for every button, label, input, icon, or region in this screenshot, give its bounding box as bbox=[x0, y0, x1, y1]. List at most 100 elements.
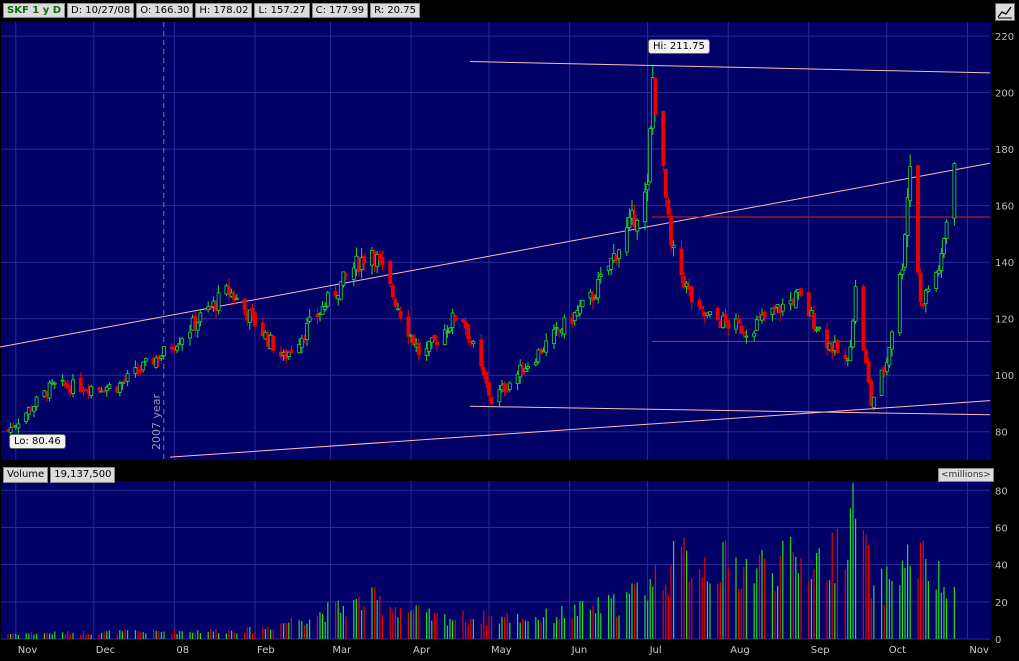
candle-body bbox=[341, 271, 346, 286]
x-tick-label: Oct bbox=[889, 645, 906, 656]
candle-body bbox=[390, 285, 395, 298]
candle-body bbox=[900, 269, 905, 275]
candle-body bbox=[461, 319, 465, 323]
high-callout: Hi: 211.75 bbox=[648, 39, 710, 54]
price-tick-label: 100 bbox=[995, 371, 1014, 382]
candle-body bbox=[890, 331, 894, 350]
candle-body bbox=[89, 386, 94, 396]
candle-body bbox=[661, 110, 666, 167]
candle-body bbox=[305, 323, 309, 341]
candle-body bbox=[188, 331, 192, 339]
candle-body bbox=[663, 168, 668, 198]
candle-body bbox=[47, 382, 52, 399]
candle-body bbox=[653, 77, 658, 115]
candle-body bbox=[942, 238, 946, 255]
candle-body bbox=[580, 299, 585, 308]
candle-body bbox=[52, 382, 57, 385]
candle-body bbox=[752, 332, 757, 337]
candle-body bbox=[726, 319, 731, 329]
candle-body bbox=[793, 291, 798, 309]
candle-body bbox=[812, 313, 816, 329]
x-axis-ticks: Nov Dec 08 Feb Mar Apr May Jun Jul Aug Sep Oct Nov bbox=[18, 645, 989, 656]
candle-body bbox=[754, 319, 759, 331]
x-tick-label: Jun bbox=[571, 645, 588, 656]
volume-units-label: <millions> bbox=[938, 468, 994, 482]
x-tick-label: Feb bbox=[257, 645, 275, 656]
candle-body bbox=[65, 384, 70, 389]
price-tick-label: 160 bbox=[995, 202, 1014, 213]
candle-body bbox=[448, 327, 452, 332]
volume-tick-label: 80 bbox=[995, 486, 1008, 497]
candle-body bbox=[864, 350, 868, 364]
candle-body bbox=[666, 200, 671, 215]
volume-tick-label: 0 bbox=[995, 635, 1001, 646]
candle-body bbox=[32, 406, 36, 412]
candle-body bbox=[380, 256, 385, 266]
candle-body bbox=[544, 340, 549, 353]
candle-body bbox=[175, 346, 179, 351]
candle-body bbox=[507, 382, 512, 390]
date-field: D: 10/27/08 bbox=[67, 3, 135, 18]
candle-body bbox=[697, 299, 702, 307]
ticker-label[interactable]: SKF 1 y D bbox=[3, 3, 66, 18]
candle-body bbox=[445, 331, 450, 334]
candle-body bbox=[484, 372, 489, 384]
candle-body bbox=[835, 339, 840, 354]
volume-y-ticks: 80 60 40 20 0 bbox=[995, 486, 1008, 646]
x-tick-label: Dec bbox=[96, 645, 115, 656]
candle-body bbox=[799, 288, 803, 296]
candle-body bbox=[227, 286, 231, 294]
candle-body bbox=[362, 255, 367, 264]
candle-body bbox=[598, 274, 603, 277]
candle-body bbox=[325, 292, 330, 307]
candle-body bbox=[159, 355, 164, 359]
candle-body bbox=[669, 215, 673, 245]
candle-body bbox=[107, 384, 112, 389]
candle-body bbox=[744, 335, 749, 338]
candle-body bbox=[411, 334, 416, 346]
candle-body bbox=[648, 128, 653, 183]
candle-body bbox=[180, 338, 185, 346]
candle-body bbox=[471, 340, 476, 345]
candle-body bbox=[388, 260, 393, 284]
candle-body bbox=[843, 354, 848, 360]
price-tick-label: 140 bbox=[995, 258, 1014, 269]
chart-type-icon[interactable] bbox=[995, 3, 1015, 21]
candle-body bbox=[117, 382, 122, 393]
candle-body bbox=[323, 306, 328, 310]
candle-body bbox=[921, 303, 926, 307]
x-tick-label: Aug bbox=[730, 645, 750, 656]
candle-body bbox=[908, 166, 913, 202]
candle-body bbox=[60, 379, 65, 382]
candle-body bbox=[879, 369, 884, 396]
low-callout: Lo: 80.46 bbox=[9, 434, 66, 449]
price-tick-label: 200 bbox=[995, 89, 1014, 100]
price-tick-label: 120 bbox=[995, 315, 1014, 326]
x-tick-label: Mar bbox=[332, 645, 352, 656]
candle-body bbox=[817, 326, 822, 330]
volume-panel-background bbox=[1, 481, 991, 639]
range-field: R: 20.75 bbox=[370, 3, 420, 18]
candle-body bbox=[741, 331, 746, 335]
candle-body bbox=[926, 288, 931, 292]
candle-body bbox=[596, 278, 601, 299]
candle-body bbox=[78, 377, 83, 393]
candle-body bbox=[162, 346, 166, 357]
price-tick-label: 180 bbox=[995, 145, 1014, 156]
candle-body bbox=[253, 312, 257, 327]
low-field: L: 157.27 bbox=[254, 3, 310, 18]
candle-body bbox=[944, 221, 949, 239]
x-tick-label: Nov bbox=[969, 645, 989, 656]
candle-body bbox=[866, 361, 871, 383]
candle-body bbox=[533, 361, 538, 366]
candle-body bbox=[627, 217, 632, 228]
candle-body bbox=[643, 191, 647, 223]
candle-body bbox=[762, 311, 767, 318]
volume-tick-label: 20 bbox=[995, 598, 1008, 609]
volume-tick-label: 60 bbox=[995, 523, 1008, 534]
candle-body bbox=[71, 379, 75, 394]
candle-body bbox=[905, 197, 910, 237]
candle-body bbox=[848, 346, 853, 362]
candle-body bbox=[554, 327, 559, 330]
candle-body bbox=[939, 253, 944, 271]
